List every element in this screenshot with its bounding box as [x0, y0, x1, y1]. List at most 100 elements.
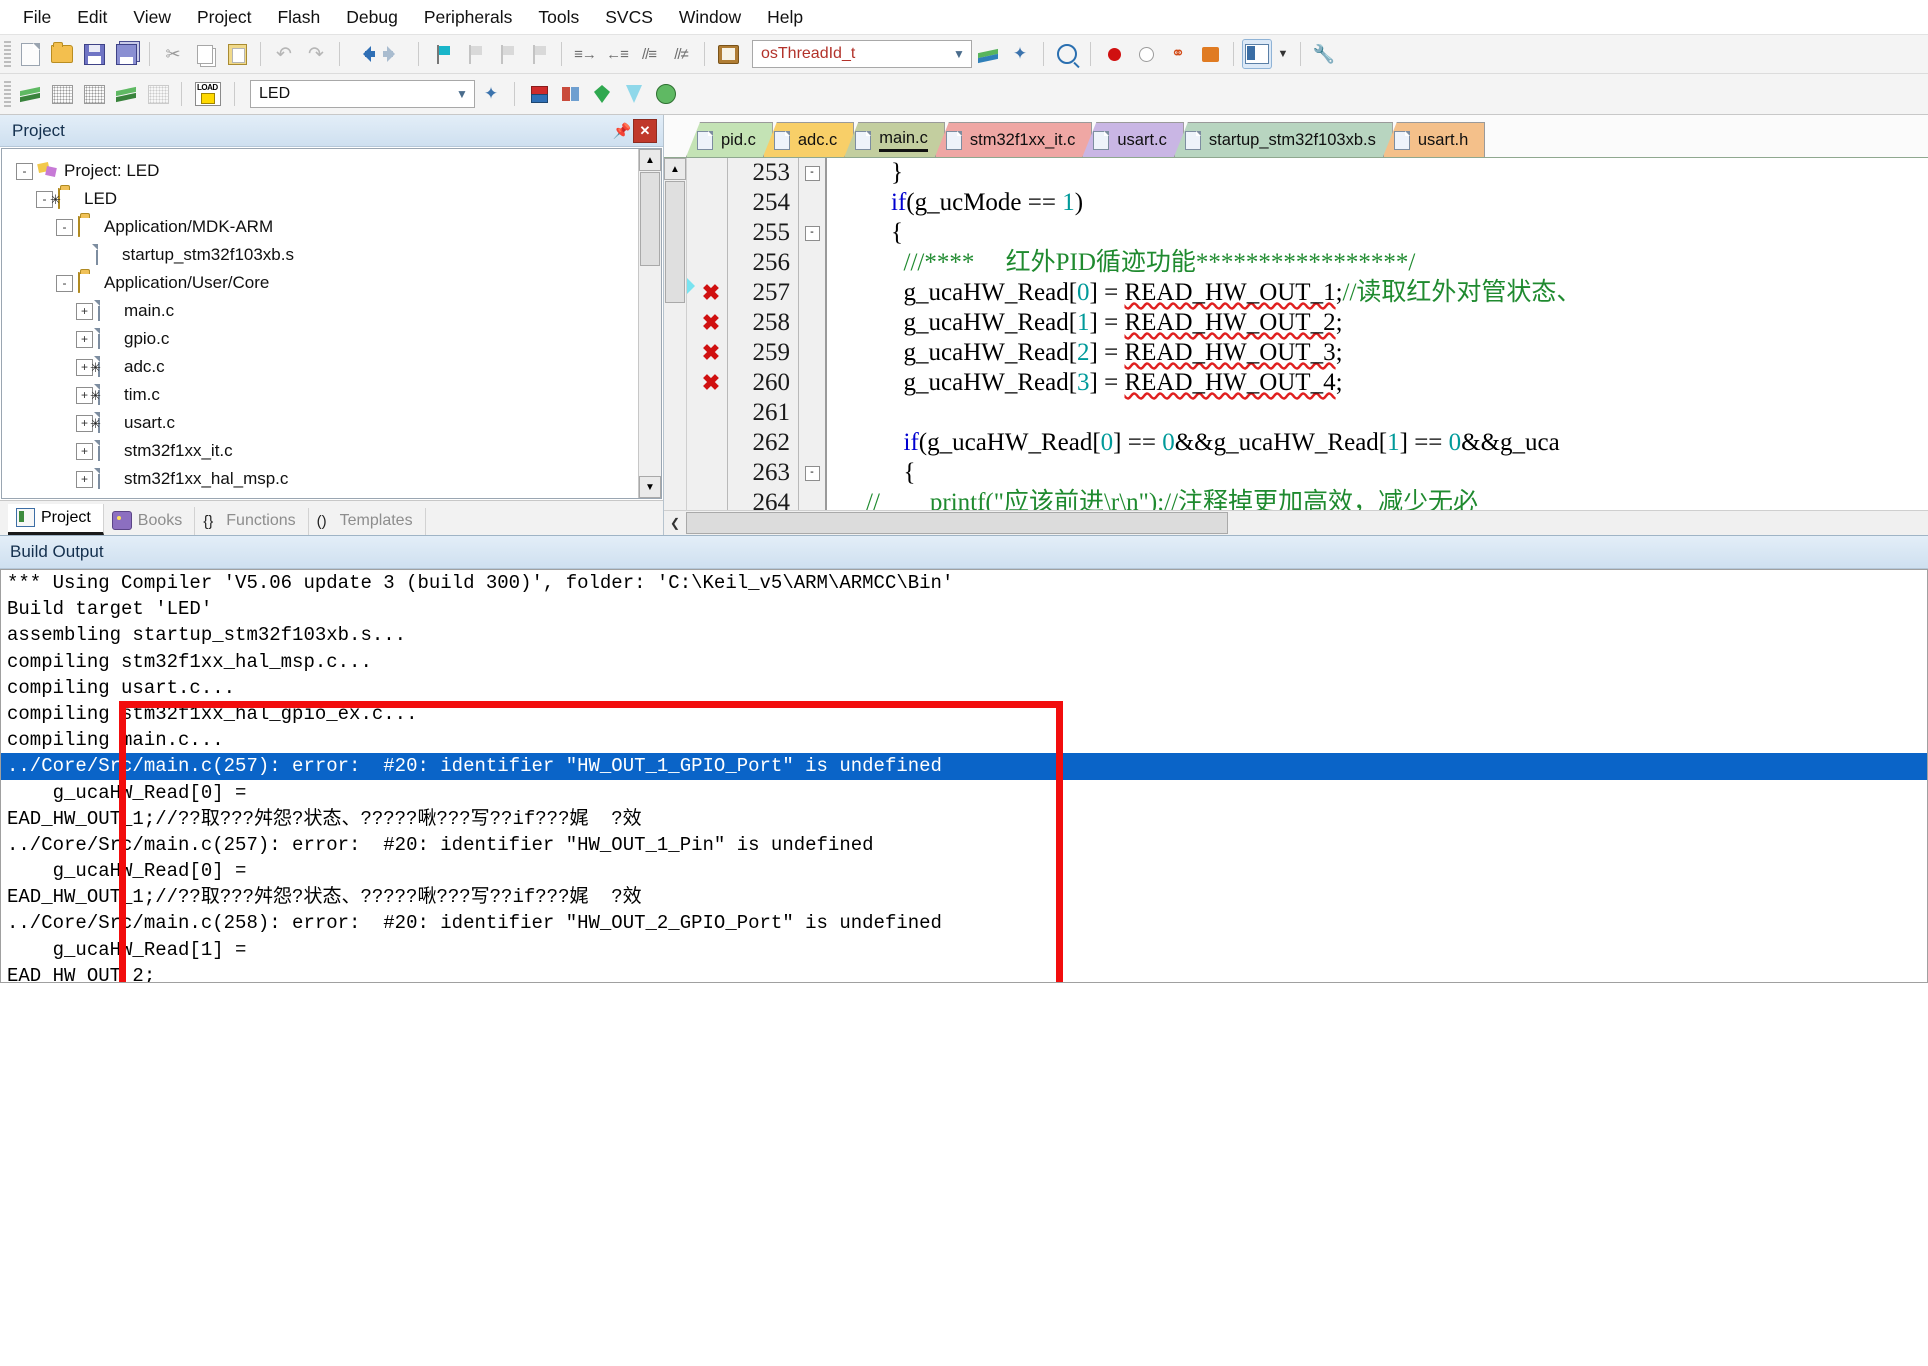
find-in-files-icon[interactable] — [974, 40, 1002, 68]
save-all-icon[interactable] — [112, 40, 140, 68]
indent-icon[interactable]: ≡→ — [571, 40, 599, 68]
chevron-down-icon[interactable]: ▼ — [947, 42, 971, 66]
debug-symbol-combo[interactable]: osThreadId_t ▼ — [752, 40, 972, 68]
multi-project-icon[interactable] — [588, 80, 616, 108]
scroll-up-icon[interactable]: ▲ — [639, 149, 661, 171]
comment-icon[interactable]: //≡ — [635, 40, 663, 68]
kill-all-breakpoints-icon[interactable]: ⚭ — [1164, 40, 1192, 68]
fold-marker[interactable]: - — [799, 218, 825, 248]
translate-icon[interactable] — [16, 80, 44, 108]
build-output-line[interactable]: g_ucaHW_Read[0] = — [1, 858, 1927, 884]
fold-toggle-icon[interactable]: - — [804, 165, 820, 181]
target-options-icon[interactable]: ✦ — [477, 80, 505, 108]
build-output-line[interactable]: EAD_HW_OUT_1;//??取???舛怨?状态、?????啾???写??i… — [1, 884, 1927, 910]
menu-item-view[interactable]: View — [120, 2, 184, 33]
build-output-line[interactable]: g_ucaHW_Read[0] = — [1, 780, 1927, 806]
paste-icon[interactable] — [223, 40, 251, 68]
window-layout-icon[interactable] — [1242, 39, 1272, 69]
build-output-body[interactable]: *** Using Compiler 'V5.06 update 3 (buil… — [0, 569, 1928, 983]
code-line[interactable]: g_ucaHW_Read[1] = READ_HW_OUT_2; — [841, 308, 1928, 338]
toolbar-grip[interactable] — [4, 41, 11, 67]
tree-toggle-icon[interactable]: + — [76, 302, 93, 320]
fold-marker[interactable] — [799, 338, 825, 368]
fold-marker[interactable] — [799, 308, 825, 338]
gutter-row[interactable] — [687, 458, 727, 488]
batch-build-icon[interactable] — [112, 80, 140, 108]
editor-tab-stm32f1xx_it-c[interactable]: stm32f1xx_it.c — [934, 122, 1093, 157]
editor-tab-startup_stm32f103xb-s[interactable]: startup_stm32f103xb.s — [1173, 122, 1393, 157]
insert-bookmark-icon[interactable] — [428, 40, 456, 68]
tree-toggle-icon[interactable]: - — [56, 218, 73, 236]
download-icon[interactable]: LOAD — [191, 80, 225, 108]
build-output-line[interactable]: assembling startup_stm32f103xb.s... — [1, 622, 1927, 648]
scroll-down-icon[interactable]: ▼ — [639, 476, 661, 498]
manage-runtime-icon[interactable] — [524, 80, 552, 108]
prev-bookmark-icon[interactable] — [460, 40, 488, 68]
code-line[interactable] — [841, 398, 1928, 428]
tree-item[interactable]: + gpio.c — [16, 325, 638, 353]
clear-bookmarks-icon[interactable] — [524, 40, 552, 68]
new-file-icon[interactable] — [16, 40, 44, 68]
fold-toggle-icon[interactable]: - — [804, 465, 820, 481]
project-tree[interactable]: - Project: LED - ✳ LED - Application/MDK-ARM st… — [2, 149, 638, 498]
menu-item-window[interactable]: Window — [666, 2, 754, 33]
gutter-row[interactable] — [687, 218, 727, 248]
close-icon[interactable]: ✕ — [633, 118, 657, 143]
undo-icon[interactable]: ↶ — [270, 40, 298, 68]
editor-tab-usart-c[interactable]: usart.c — [1082, 122, 1184, 157]
tree-toggle-icon[interactable]: + — [76, 442, 93, 460]
build-output-line[interactable]: compiling usart.c... — [1, 675, 1927, 701]
toolbar-grip[interactable] — [4, 81, 11, 107]
editor-vertical-scrollbar[interactable]: ▲ — [664, 158, 687, 510]
scroll-thumb[interactable] — [686, 512, 1228, 534]
tree-toggle-icon[interactable]: - — [16, 162, 33, 180]
gutter-row[interactable] — [687, 248, 727, 278]
fold-marker[interactable] — [799, 428, 825, 458]
build-output-selected-line[interactable]: ../Core/Src/main.c(257): error: #20: ide… — [1, 753, 1927, 780]
code-text-area[interactable]: } if(g_ucMode == 1) { ///**** 红外PID循迹功能*… — [827, 158, 1928, 510]
tree-item[interactable]: + ✳ usart.c — [16, 409, 638, 437]
cut-icon[interactable]: ✂ — [159, 40, 187, 68]
menu-item-file[interactable]: File — [10, 2, 64, 33]
menu-item-project[interactable]: Project — [184, 2, 264, 33]
menu-item-peripherals[interactable]: Peripherals — [411, 2, 526, 33]
rebuild-icon[interactable] — [80, 80, 108, 108]
magnifier-icon[interactable] — [1053, 40, 1081, 68]
code-line[interactable]: g_ucaHW_Read[0] = READ_HW_OUT_1;//读取红外对管… — [841, 278, 1928, 308]
code-line[interactable]: ///**** 红外PID循迹功能*****************/ — [841, 248, 1928, 278]
tree-item[interactable]: + stm32f1xx_it.c — [16, 437, 638, 465]
manage-project-items-icon[interactable] — [556, 80, 584, 108]
pack-installer-icon[interactable] — [620, 80, 648, 108]
fold-marker[interactable] — [799, 278, 825, 308]
configure-target-icon[interactable]: 🔧 — [1310, 40, 1338, 68]
fold-marker[interactable] — [799, 368, 825, 398]
build-output-line[interactable]: g_ucaHW_Read[1] = — [1, 937, 1927, 963]
code-line[interactable]: g_ucaHW_Read[3] = READ_HW_OUT_4; — [841, 368, 1928, 398]
code-line[interactable]: g_ucaHW_Read[2] = READ_HW_OUT_3; — [841, 338, 1928, 368]
tree-item[interactable]: - Application/User/Core — [16, 269, 638, 297]
editor-tab-usart-h[interactable]: usart.h — [1382, 122, 1486, 157]
gutter-row[interactable] — [687, 188, 727, 218]
tree-toggle-icon[interactable]: + — [76, 470, 93, 488]
project-tree-scrollbar[interactable]: ▲ ▼ — [638, 149, 661, 498]
build-output-line[interactable]: EAD_HW_OUT_2; — [1, 963, 1927, 982]
menu-item-svcs[interactable]: SVCS — [592, 2, 666, 33]
navigate-forward-icon[interactable] — [381, 40, 409, 68]
target-select[interactable]: LED ▼ — [250, 80, 475, 108]
fold-marker[interactable] — [799, 188, 825, 218]
chevron-down-icon[interactable]: ▼ — [450, 82, 474, 106]
editor-horizontal-scrollbar[interactable]: ❮ — [664, 510, 1928, 535]
gutter-row[interactable] — [687, 428, 727, 458]
gutter-row[interactable]: ✖ — [687, 338, 727, 368]
scroll-thumb[interactable] — [665, 181, 685, 303]
code-line[interactable]: } — [841, 158, 1928, 188]
tree-toggle-icon[interactable]: - — [56, 274, 73, 292]
gutter-row[interactable]: ✖ — [687, 368, 727, 398]
fold-marker[interactable] — [799, 398, 825, 428]
next-bookmark-icon[interactable] — [492, 40, 520, 68]
gutter-row[interactable]: ✖ — [687, 308, 727, 338]
tree-item[interactable]: + main.c — [16, 297, 638, 325]
save-icon[interactable] — [80, 40, 108, 68]
open-book-icon[interactable] — [714, 40, 742, 68]
tree-toggle-icon[interactable]: + — [76, 330, 93, 348]
